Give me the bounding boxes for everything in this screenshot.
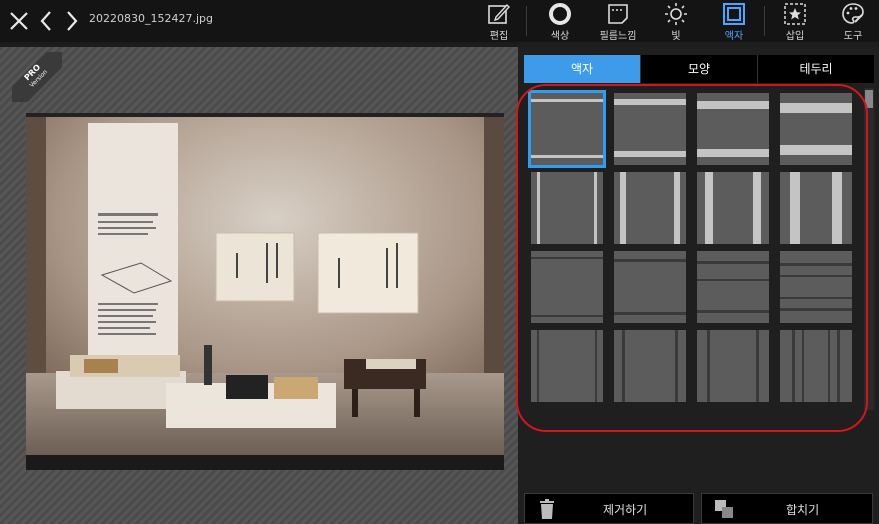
pro-badge-subtitle: Version <box>28 68 50 90</box>
pro-version-badge: PRO Version <box>12 52 62 102</box>
sun-icon <box>665 3 687 25</box>
toolbar-divider <box>764 6 765 36</box>
merge-button[interactable]: 합치기 <box>701 493 873 524</box>
edit-icon <box>488 3 510 24</box>
insert-star-icon <box>784 3 806 25</box>
tab-shape[interactable]: 모양 <box>640 55 757 83</box>
back-chevron-icon[interactable] <box>34 8 60 34</box>
edited-photo[interactable] <box>26 113 504 470</box>
toolbar-edit-label: 편집 <box>489 31 509 42</box>
tab-border[interactable]: 테두리 <box>757 55 874 83</box>
toolbar-frame-button[interactable]: 액자 <box>712 2 756 42</box>
trash-icon <box>540 499 554 519</box>
toolbar-film-button[interactable]: 필름느낌 <box>596 2 640 42</box>
toolbar-tools-label: 도구 <box>843 31 863 42</box>
toolbar-light-button[interactable]: 빛 <box>654 2 698 42</box>
toolbar-film-label: 필름느낌 <box>599 31 637 42</box>
toolbar-tools-button[interactable]: 도구 <box>831 2 875 42</box>
remove-button-label: 제거하기 <box>603 503 648 517</box>
color-circle-icon <box>549 3 571 25</box>
toolbar-color-label: 색상 <box>550 31 570 42</box>
remove-button[interactable]: 제거하기 <box>524 493 694 524</box>
top-toolbar: 20220830_152427.jpg 편집 색상 필름느낌 빛 액자 삽입 도… <box>0 0 879 42</box>
museum-display-image <box>26 113 504 470</box>
close-icon[interactable] <box>6 8 32 34</box>
merge-squares-icon <box>715 500 733 518</box>
toolbar-color-button[interactable]: 색상 <box>538 2 582 42</box>
file-name: 20220830_152427.jpg <box>89 12 213 25</box>
toolbar-frame-label: 액자 <box>724 31 744 42</box>
red-highlight-annotation <box>516 84 868 432</box>
toolbar-edit-button[interactable]: 편집 <box>477 2 521 42</box>
forward-chevron-icon[interactable] <box>58 8 84 34</box>
toolbar-light-label: 빛 <box>671 31 681 42</box>
merge-button-label: 합치기 <box>786 503 820 517</box>
film-icon <box>608 4 628 24</box>
toolbar-divider <box>526 6 527 36</box>
palette-tool-icon <box>842 3 864 24</box>
tab-frame[interactable]: 액자 <box>524 55 640 83</box>
frame-icon <box>723 3 745 25</box>
toolbar-insert-button[interactable]: 삽입 <box>773 2 817 42</box>
toolbar-insert-label: 삽입 <box>785 31 805 42</box>
frame-panel-tabs: 액자 모양 테두리 <box>524 55 874 83</box>
